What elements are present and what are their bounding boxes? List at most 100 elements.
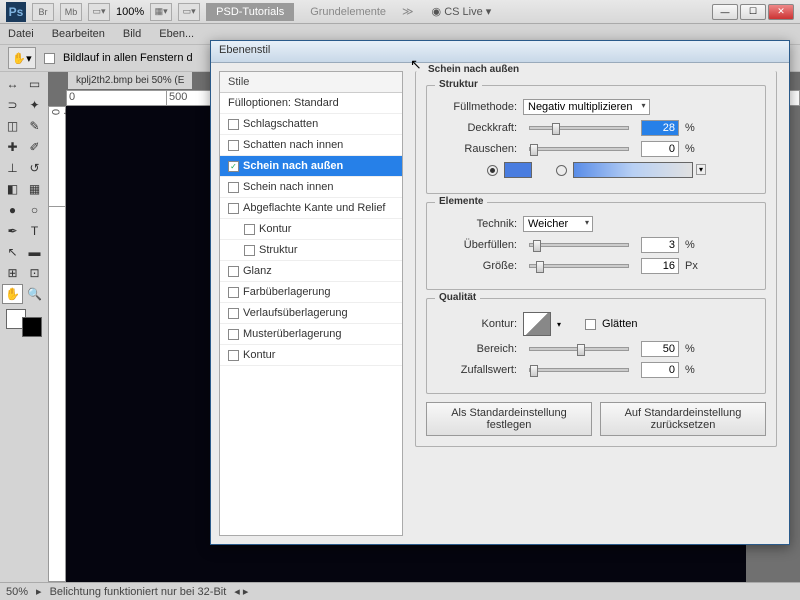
reset-default-button[interactable]: Auf Standardeinstellung zurücksetzen — [600, 402, 766, 436]
style-item[interactable]: Kontur — [220, 345, 402, 366]
type-tool[interactable]: T — [24, 221, 45, 241]
opacity-input[interactable]: 28 — [641, 120, 679, 136]
dialog-title[interactable]: Ebenenstil — [211, 41, 789, 63]
toolbox: ↔ ▭ ⊃ ✦ ◫ ✎ ✚ ✐ ⊥ ↺ ◧ ▦ ● ○ ✒ T ↖ ▬ ⊞ ⊡ … — [0, 72, 48, 582]
hand-tool-icon[interactable]: ✋▾ — [8, 47, 36, 69]
marquee-tool[interactable]: ▭ — [24, 74, 45, 94]
antialias-checkbox[interactable] — [585, 319, 596, 330]
style-label: Kontur — [259, 223, 291, 235]
style-item[interactable]: Schatten nach innen — [220, 135, 402, 156]
path-tool[interactable]: ↖ — [2, 242, 23, 262]
struktur-legend: Struktur — [435, 79, 482, 90]
lasso-tool[interactable]: ⊃ — [2, 95, 23, 115]
style-checkbox[interactable] — [228, 140, 239, 151]
menu-datei[interactable]: Datei — [8, 28, 34, 40]
menu-ebene[interactable]: Eben... — [159, 28, 194, 40]
style-checkbox[interactable] — [228, 287, 239, 298]
size-slider[interactable] — [529, 264, 629, 268]
pen-tool[interactable]: ✒ — [2, 221, 23, 241]
dodge-tool[interactable]: ○ — [24, 200, 45, 220]
gradient-tool[interactable]: ▦ — [24, 179, 45, 199]
style-item[interactable]: Kontur — [220, 219, 402, 240]
spread-slider[interactable] — [529, 243, 629, 247]
move-tool[interactable]: ↔ — [2, 74, 23, 94]
menu-bild[interactable]: Bild — [123, 28, 141, 40]
opacity-slider[interactable] — [529, 126, 629, 130]
cslive-label[interactable]: CS Live — [444, 6, 483, 18]
background-color[interactable] — [22, 317, 42, 337]
style-item[interactable]: Schein nach innen — [220, 177, 402, 198]
contour-picker[interactable] — [523, 312, 551, 336]
color-radio[interactable] — [487, 165, 498, 176]
style-checkbox[interactable] — [228, 266, 239, 277]
gradient-radio[interactable] — [556, 165, 567, 176]
style-checkbox[interactable] — [244, 245, 255, 256]
style-checkbox[interactable] — [228, 329, 239, 340]
range-input[interactable]: 50 — [641, 341, 679, 357]
extras-button[interactable]: ▭▾ — [178, 3, 200, 21]
style-checkbox[interactable] — [228, 308, 239, 319]
status-zoom[interactable]: 50% — [6, 586, 28, 598]
blend-options-row[interactable]: Fülloptionen: Standard — [220, 93, 402, 114]
style-item[interactable]: Schlagschatten — [220, 114, 402, 135]
hand-tool[interactable]: ✋ — [2, 284, 23, 304]
style-checkbox[interactable] — [228, 203, 239, 214]
brush-tool[interactable]: ✐ — [24, 137, 45, 157]
jitter-input[interactable]: 0 — [641, 362, 679, 378]
glow-color-chip[interactable] — [504, 162, 532, 178]
jitter-slider[interactable] — [529, 368, 629, 372]
menu-bearbeiten[interactable]: Bearbeiten — [52, 28, 105, 40]
style-item[interactable]: Farbüberlagerung — [220, 282, 402, 303]
technique-select[interactable]: Weicher — [523, 216, 593, 232]
style-item[interactable]: ✓Schein nach außen — [220, 156, 402, 177]
settings-panel: Schein nach außen Struktur Füllmethode: … — [411, 63, 789, 544]
make-default-button[interactable]: Als Standardeinstellung festlegen — [426, 402, 592, 436]
glow-gradient-chip[interactable] — [573, 162, 693, 178]
zoom-tool[interactable]: 🔍 — [24, 284, 45, 304]
screen-mode-button[interactable]: ▭▾ — [88, 3, 110, 21]
style-checkbox[interactable] — [228, 182, 239, 193]
style-item[interactable]: Abgeflachte Kante und Relief — [220, 198, 402, 219]
style-checkbox[interactable] — [228, 350, 239, 361]
color-swatches[interactable] — [6, 309, 42, 337]
heal-tool[interactable]: ✚ — [2, 137, 23, 157]
blur-tool[interactable]: ● — [2, 200, 23, 220]
style-item[interactable]: Glanz — [220, 261, 402, 282]
style-label: Abgeflachte Kante und Relief — [243, 202, 386, 214]
arrange-button[interactable]: ▦▾ — [150, 3, 172, 21]
camera-tool[interactable]: ⊡ — [24, 263, 45, 283]
zoom-level[interactable]: 100% — [116, 6, 144, 18]
style-checkbox[interactable] — [228, 119, 239, 130]
noise-slider[interactable] — [529, 147, 629, 151]
crop-tool[interactable]: ◫ — [2, 116, 23, 136]
noise-input[interactable]: 0 — [641, 141, 679, 157]
minibridge-button[interactable]: Mb — [60, 3, 82, 21]
blend-mode-select[interactable]: Negativ multiplizieren — [523, 99, 650, 115]
minimize-button[interactable]: — — [712, 4, 738, 20]
style-item[interactable]: Verlaufsüberlagerung — [220, 303, 402, 324]
3d-tool[interactable]: ⊞ — [2, 263, 23, 283]
range-slider[interactable] — [529, 347, 629, 351]
stamp-tool[interactable]: ⊥ — [2, 158, 23, 178]
bridge-button[interactable]: Br — [32, 3, 54, 21]
workspace-tab-psd[interactable]: PSD-Tutorials — [206, 3, 294, 21]
maximize-button[interactable]: ☐ — [740, 4, 766, 20]
eyedropper-tool[interactable]: ✎ — [24, 116, 45, 136]
styles-header[interactable]: Stile — [220, 72, 402, 93]
style-item[interactable]: Struktur — [220, 240, 402, 261]
eraser-tool[interactable]: ◧ — [2, 179, 23, 199]
style-item[interactable]: Musterüberlagerung — [220, 324, 402, 345]
close-button[interactable]: ✕ — [768, 4, 794, 20]
spread-input[interactable]: 3 — [641, 237, 679, 253]
history-brush-tool[interactable]: ↺ — [24, 158, 45, 178]
style-checkbox[interactable] — [244, 224, 255, 235]
document-tab[interactable]: kplj2th2.bmp bei 50% (E — [68, 72, 192, 89]
scroll-all-checkbox[interactable] — [44, 53, 55, 64]
size-input[interactable]: 16 — [641, 258, 679, 274]
more-workspaces[interactable]: ≫ — [402, 5, 414, 18]
workspace-tab-grund[interactable]: Grundelemente — [300, 3, 396, 21]
wand-tool[interactable]: ✦ — [24, 95, 45, 115]
style-checkbox[interactable]: ✓ — [228, 161, 239, 172]
shape-tool[interactable]: ▬ — [24, 242, 45, 262]
style-label: Verlaufsüberlagerung — [243, 307, 348, 319]
